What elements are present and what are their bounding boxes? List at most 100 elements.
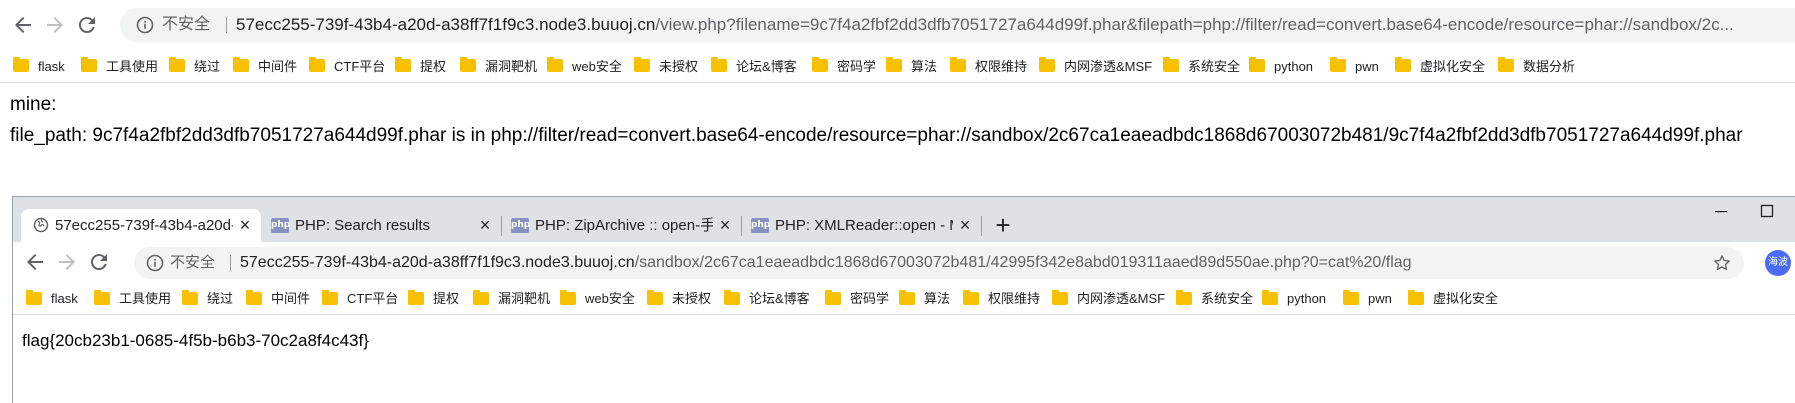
bookmark-label: 提权 [433,291,460,306]
page-content: mine: file_path: 9c7f4a2fbf2dd3dfb705172… [0,84,1795,194]
folder-icon [825,290,841,305]
bookmark-label: 虚拟化安全 [1433,291,1499,306]
url-path: /view.php?filename=9c7f4a2fbf2dd3dfb7051… [655,15,1734,34]
bookmark-label: pwn [1355,59,1379,74]
tab-title: PHP: XMLReader::open - Manu [775,217,953,234]
folder-icon [1408,290,1424,305]
bookmark-label: 工具使用 [106,59,159,74]
folder-icon [560,290,576,305]
php-icon: php [751,218,770,233]
bookmark-label: 数据分析 [1523,59,1576,74]
reload-icon[interactable] [87,250,111,274]
bookmark-label: CTF平台 [334,59,386,74]
bookmark-label: 系统安全 [1201,291,1254,306]
folder-icon [473,290,489,305]
back-arrow-icon[interactable] [11,13,35,37]
folder-icon [950,57,966,72]
bookmarks-bar: flask 工具使用 绕过 中间件 CTF平台 提权 漏洞靶机 web安全 未授… [13,283,1795,315]
security-status: 不安全 [170,254,216,271]
bookmark-star-icon[interactable] [1712,253,1732,273]
bookmark-label: 内网渗透&MSF [1077,291,1166,306]
new-tab-button[interactable]: + [991,212,1015,238]
tab-xmlreader[interactable]: php PHP: XMLReader::open - Manu × [741,209,981,242]
reload-icon[interactable] [75,13,99,37]
flag-text: flag{20cb23b1-0685-4f5b-b6b3-70c2a8f4c43… [22,331,369,350]
bookmark-label: web安全 [585,291,635,306]
folder-icon [246,290,262,305]
bookmark-label: 内网渗透&MSF [1064,59,1153,74]
forward-arrow-icon[interactable] [55,250,79,274]
bookmark-label: CTF平台 [347,291,399,306]
tab-strip: 57ecc255-739f-43b4-a20d-a38 × php PHP: S… [13,197,1795,242]
folder-icon [1039,57,1055,72]
bookmark-label: 中间件 [271,291,311,306]
forward-arrow-icon[interactable] [43,13,67,37]
folder-icon [1498,57,1514,72]
page-content: flag{20cb23b1-0685-4f5b-b6b3-70c2a8f4c43… [13,315,1795,403]
folder-icon [647,290,663,305]
bookmark-label: 工具使用 [119,291,172,306]
bookmark-label: web安全 [572,59,622,74]
minimize-icon[interactable] [1713,203,1729,219]
folder-icon [1395,57,1411,72]
url-path: /sandbox/2c67ca1eaeadbdc1868d67003072b48… [634,254,1412,271]
back-arrow-icon[interactable] [23,250,47,274]
bookmark-label: python [1287,291,1327,306]
inner-toolbar: 不安全 57ecc255-739f-43b4-a20d-a38ff7f1f9c3… [13,242,1795,283]
php-icon: php [511,218,530,233]
info-icon[interactable] [136,16,154,34]
tab-active[interactable]: 57ecc255-739f-43b4-a20d-a38 × [21,209,261,242]
folder-icon [812,57,828,72]
folder-icon [1343,290,1359,305]
tab-title: 57ecc255-739f-43b4-a20d-a38 [55,217,233,234]
bookmark-label: 论坛&博客 [749,291,810,306]
bookmark-label: pwn [1368,291,1392,306]
bookmark-label: 权限维持 [988,291,1041,306]
divider [226,17,227,33]
url-text[interactable]: 57ecc255-739f-43b4-a20d-a38ff7f1f9c3.nod… [240,247,1412,279]
address-bar[interactable]: 不安全 57ecc255-739f-43b4-a20d-a38ff7f1f9c3… [134,247,1744,279]
globe-icon [33,217,49,233]
bookmark-label: flask [51,291,78,306]
folder-icon [1163,57,1179,72]
folder-icon [724,290,740,305]
folder-icon [1262,290,1278,305]
bookmark-label: 权限维持 [975,59,1028,74]
tab-php-search[interactable]: php PHP: Search results × [261,209,501,242]
bookmark-label: 未授权 [659,59,699,74]
bookmark-label: 中间件 [258,59,298,74]
folder-icon [395,57,411,72]
address-bar[interactable]: 不安全 57ecc255-739f-43b4-a20d-a38ff7f1f9c3… [120,8,1795,42]
close-icon[interactable]: × [477,216,493,234]
bookmark-label: flask [38,59,65,74]
folder-icon [81,57,97,72]
profile-avatar[interactable]: 海波 [1765,250,1791,276]
tab-title: PHP: ZipArchive :: open-手册 [535,217,713,234]
bookmark-label: 漏洞靶机 [498,291,551,306]
folder-icon [547,57,563,72]
tab-title: PHP: Search results [295,217,431,234]
close-icon[interactable]: × [237,216,253,234]
close-icon[interactable]: × [717,216,733,234]
url-host: 57ecc255-739f-43b4-a20d-a38ff7f1f9c3.nod… [236,15,656,34]
bookmark-label: 绕过 [194,59,221,74]
bookmark-label: 密码学 [837,59,877,74]
folder-icon [886,57,902,72]
folder-icon [182,290,198,305]
url-text[interactable]: 57ecc255-739f-43b4-a20d-a38ff7f1f9c3.nod… [236,8,1734,42]
folder-icon [233,57,249,72]
folder-icon [634,57,650,72]
folder-icon [711,57,727,72]
folder-icon [94,290,110,305]
tab-ziparchive[interactable]: php PHP: ZipArchive :: open-手册 × [501,209,741,242]
bookmark-label: 提权 [420,59,447,74]
bookmark-label: 算法 [911,59,938,74]
info-icon[interactable] [146,254,164,272]
bookmark-label: python [1274,59,1314,74]
folder-icon [460,57,476,72]
security-status: 不安全 [162,16,211,33]
folder-icon [1052,290,1068,305]
close-icon[interactable]: × [957,216,973,234]
maximize-icon[interactable] [1759,203,1775,219]
mine-label: mine: [10,94,57,115]
